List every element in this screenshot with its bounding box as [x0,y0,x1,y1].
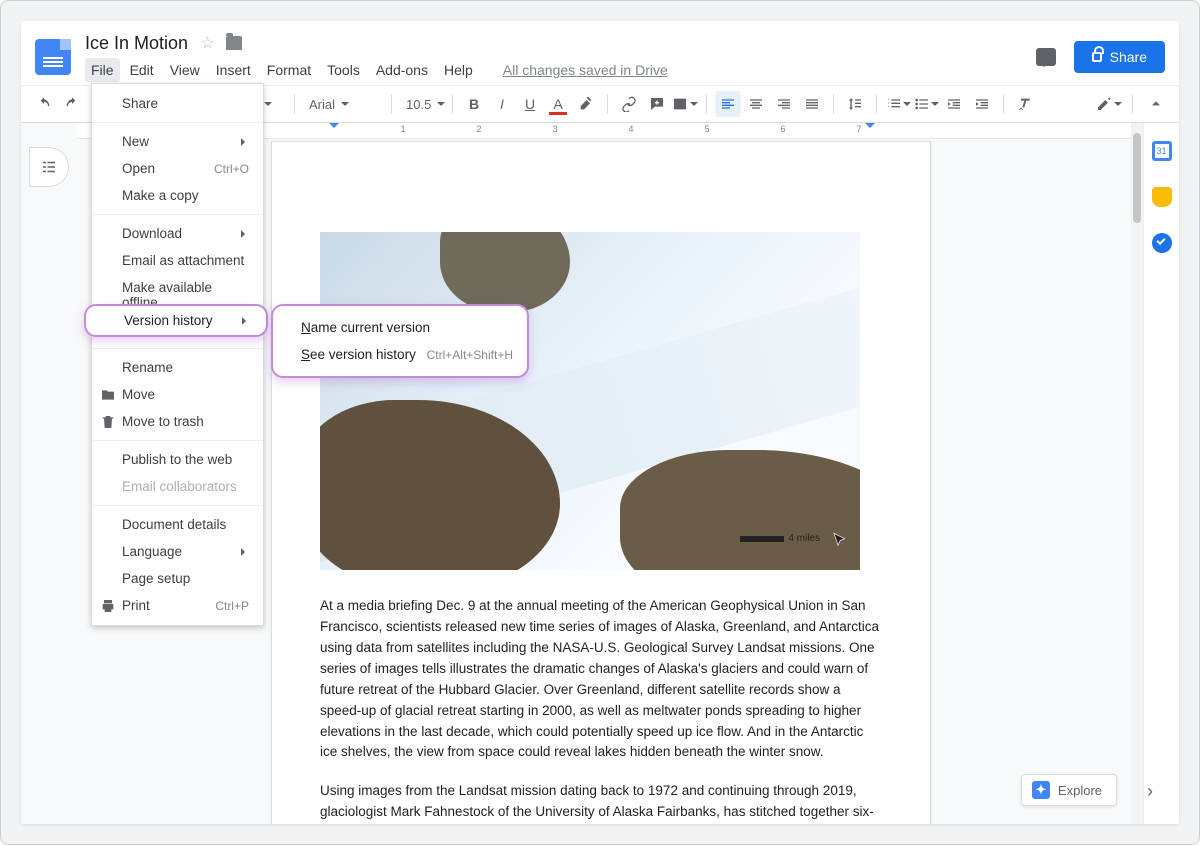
explore-button[interactable]: ✦ Explore [1021,774,1117,806]
menu-insert[interactable]: Insert [210,58,257,82]
body-paragraph[interactable]: At a media briefing Dec. 9 at the annual… [320,596,882,763]
bold-button[interactable]: B [461,91,487,117]
menu-email-collaborators: Email collaborators [92,473,263,500]
print-icon [100,598,116,614]
collapse-toolbar-button[interactable] [1143,91,1169,117]
menu-publish-web[interactable]: Publish to the web [92,446,263,473]
folder-icon[interactable] [226,36,242,50]
docs-logo[interactable] [35,39,71,75]
submenu-name-current-version[interactable]: Name current version [273,314,527,341]
save-status[interactable]: All changes saved in Drive [497,58,674,82]
menu-tools[interactable]: Tools [321,58,366,82]
editing-mode-button[interactable] [1096,91,1122,117]
underline-button[interactable]: U [517,91,543,117]
insert-image-button[interactable] [672,91,698,117]
menu-open[interactable]: OpenCtrl+O [92,155,263,182]
keep-addon-icon[interactable] [1152,187,1172,207]
font-size-select[interactable]: 10.5 [400,97,444,112]
align-left-button[interactable] [715,91,741,117]
vertical-scrollbar[interactable] [1131,123,1143,824]
cursor-icon [832,532,848,548]
numbered-list-button[interactable] [885,91,911,117]
increase-indent-button[interactable] [969,91,995,117]
menu-make-copy[interactable]: Make a copy [92,182,263,209]
clear-formatting-button[interactable] [1012,91,1038,117]
insert-link-button[interactable] [616,91,642,117]
bulleted-list-button[interactable] [913,91,939,117]
align-center-button[interactable] [743,91,769,117]
version-history-submenu: Name current version See version history… [271,304,529,378]
menu-help[interactable]: Help [438,58,479,82]
explore-icon: ✦ [1032,781,1050,799]
hero-image[interactable]: 4 miles [320,232,860,570]
undo-button[interactable] [31,91,57,117]
text-color-button[interactable]: A [545,91,571,117]
menu-move-trash[interactable]: Move to trash [92,408,263,435]
menu-email-attachment[interactable]: Email as attachment [92,247,263,274]
star-icon[interactable]: ☆ [200,33,214,53]
submenu-see-version-history[interactable]: See version historyCtrl+Alt+Shift+H [273,341,527,368]
menu-view[interactable]: View [164,58,206,82]
font-select[interactable]: Arial [303,97,383,112]
redo-button[interactable] [59,91,85,117]
document-outline-button[interactable] [29,147,69,187]
menu-edit[interactable]: Edit [124,58,160,82]
menu-file[interactable]: File [85,58,120,82]
share-button[interactable]: Share [1074,41,1165,73]
folder-icon [100,387,116,403]
menu-new[interactable]: New [92,128,263,155]
menu-move[interactable]: Move [92,381,263,408]
menu-language[interactable]: Language [92,538,263,565]
highlight-button[interactable] [573,91,599,117]
menu-document-details[interactable]: Document details [92,511,263,538]
file-menu: Share New OpenCtrl+O Make a copy Downloa… [91,83,264,626]
comments-icon[interactable] [1036,48,1056,66]
menu-share[interactable]: Share [92,90,263,117]
add-comment-button[interactable] [644,91,670,117]
menu-print[interactable]: PrintCtrl+P [92,592,263,619]
menu-page-setup[interactable]: Page setup [92,565,263,592]
menu-format[interactable]: Format [261,58,317,82]
lock-icon [1092,52,1102,62]
menu-addons[interactable]: Add-ons [370,58,434,82]
tasks-addon-icon[interactable] [1152,233,1172,253]
document-page[interactable]: 4 miles At a media briefing Dec. 9 at th… [271,141,931,824]
document-title[interactable]: Ice In Motion [85,33,188,54]
menu-version-history[interactable]: Version history [84,304,268,337]
align-justify-button[interactable] [799,91,825,117]
side-panel-arrow-icon[interactable]: › [1147,781,1153,802]
menu-download[interactable]: Download [92,220,263,247]
trash-icon [100,414,116,430]
line-spacing-button[interactable] [842,91,868,117]
body-paragraph[interactable]: Using images from the Landsat mission da… [320,781,882,824]
image-scale-label: 4 miles [788,533,820,544]
calendar-addon-icon[interactable]: 31 [1152,141,1172,161]
italic-button[interactable]: I [489,91,515,117]
menu-rename[interactable]: Rename [92,354,263,381]
decrease-indent-button[interactable] [941,91,967,117]
align-right-button[interactable] [771,91,797,117]
